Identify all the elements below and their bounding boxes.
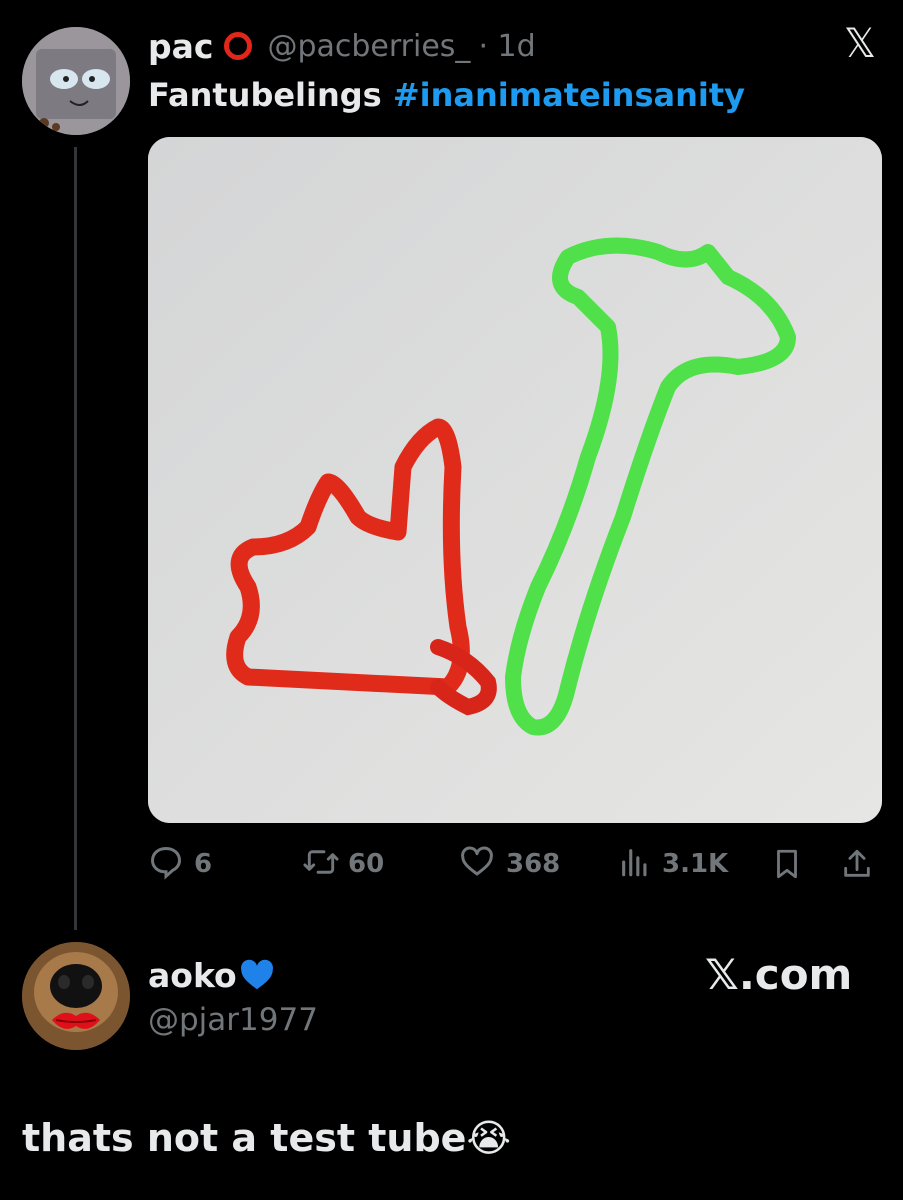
- reply-text: thats not a test tube😭: [22, 1116, 511, 1160]
- author-handle[interactable]: @pacberries_: [267, 29, 470, 64]
- reply-button[interactable]: 6: [148, 842, 212, 886]
- crying-emoji-icon: 😭: [466, 1116, 511, 1160]
- share-button[interactable]: [840, 846, 874, 886]
- post-media-image[interactable]: [148, 137, 882, 823]
- author-avatar[interactable]: [22, 27, 130, 135]
- thread-line: [74, 147, 77, 930]
- red-circle-icon: [223, 31, 253, 61]
- views-button[interactable]: 3.1K: [618, 842, 728, 886]
- bookmark-icon: [770, 846, 804, 886]
- share-icon: [840, 846, 874, 886]
- bar-chart-icon: [618, 844, 652, 884]
- repost-button[interactable]: 60: [302, 842, 384, 886]
- post-text-body: Fantubelings: [148, 76, 382, 114]
- post-time[interactable]: · 1d: [478, 29, 535, 64]
- comment-icon: [148, 844, 184, 884]
- views-count: 3.1K: [662, 849, 729, 879]
- repost-icon: [302, 844, 340, 884]
- hashtag-link[interactable]: #inanimateinsanity: [393, 76, 745, 114]
- like-button[interactable]: 368: [458, 842, 560, 886]
- reply-author-name[interactable]: aoko: [148, 956, 237, 995]
- reply-header: aoko: [148, 954, 275, 996]
- post-header: pac @pacberries_ · 1d: [148, 26, 536, 66]
- post-text: Fantubelings #inanimateinsanity: [148, 76, 745, 114]
- repost-count: 60: [348, 849, 385, 879]
- reply-count: 6: [194, 849, 213, 879]
- reply-avatar[interactable]: [22, 942, 130, 1050]
- reply-handle[interactable]: @pjar1977: [148, 1002, 318, 1038]
- author-name[interactable]: pac: [148, 27, 213, 66]
- blue-heart-icon: [239, 958, 275, 992]
- x-logo-icon[interactable]: 𝕏: [838, 22, 882, 66]
- action-bar: 6 60 368 3.1K: [148, 842, 882, 886]
- bookmark-button[interactable]: [770, 846, 804, 886]
- heart-icon: [458, 844, 496, 884]
- x-com-watermark: 𝕏.com: [705, 950, 853, 999]
- reply-text-body: thats not a test tube: [22, 1116, 467, 1160]
- like-count: 368: [506, 849, 561, 879]
